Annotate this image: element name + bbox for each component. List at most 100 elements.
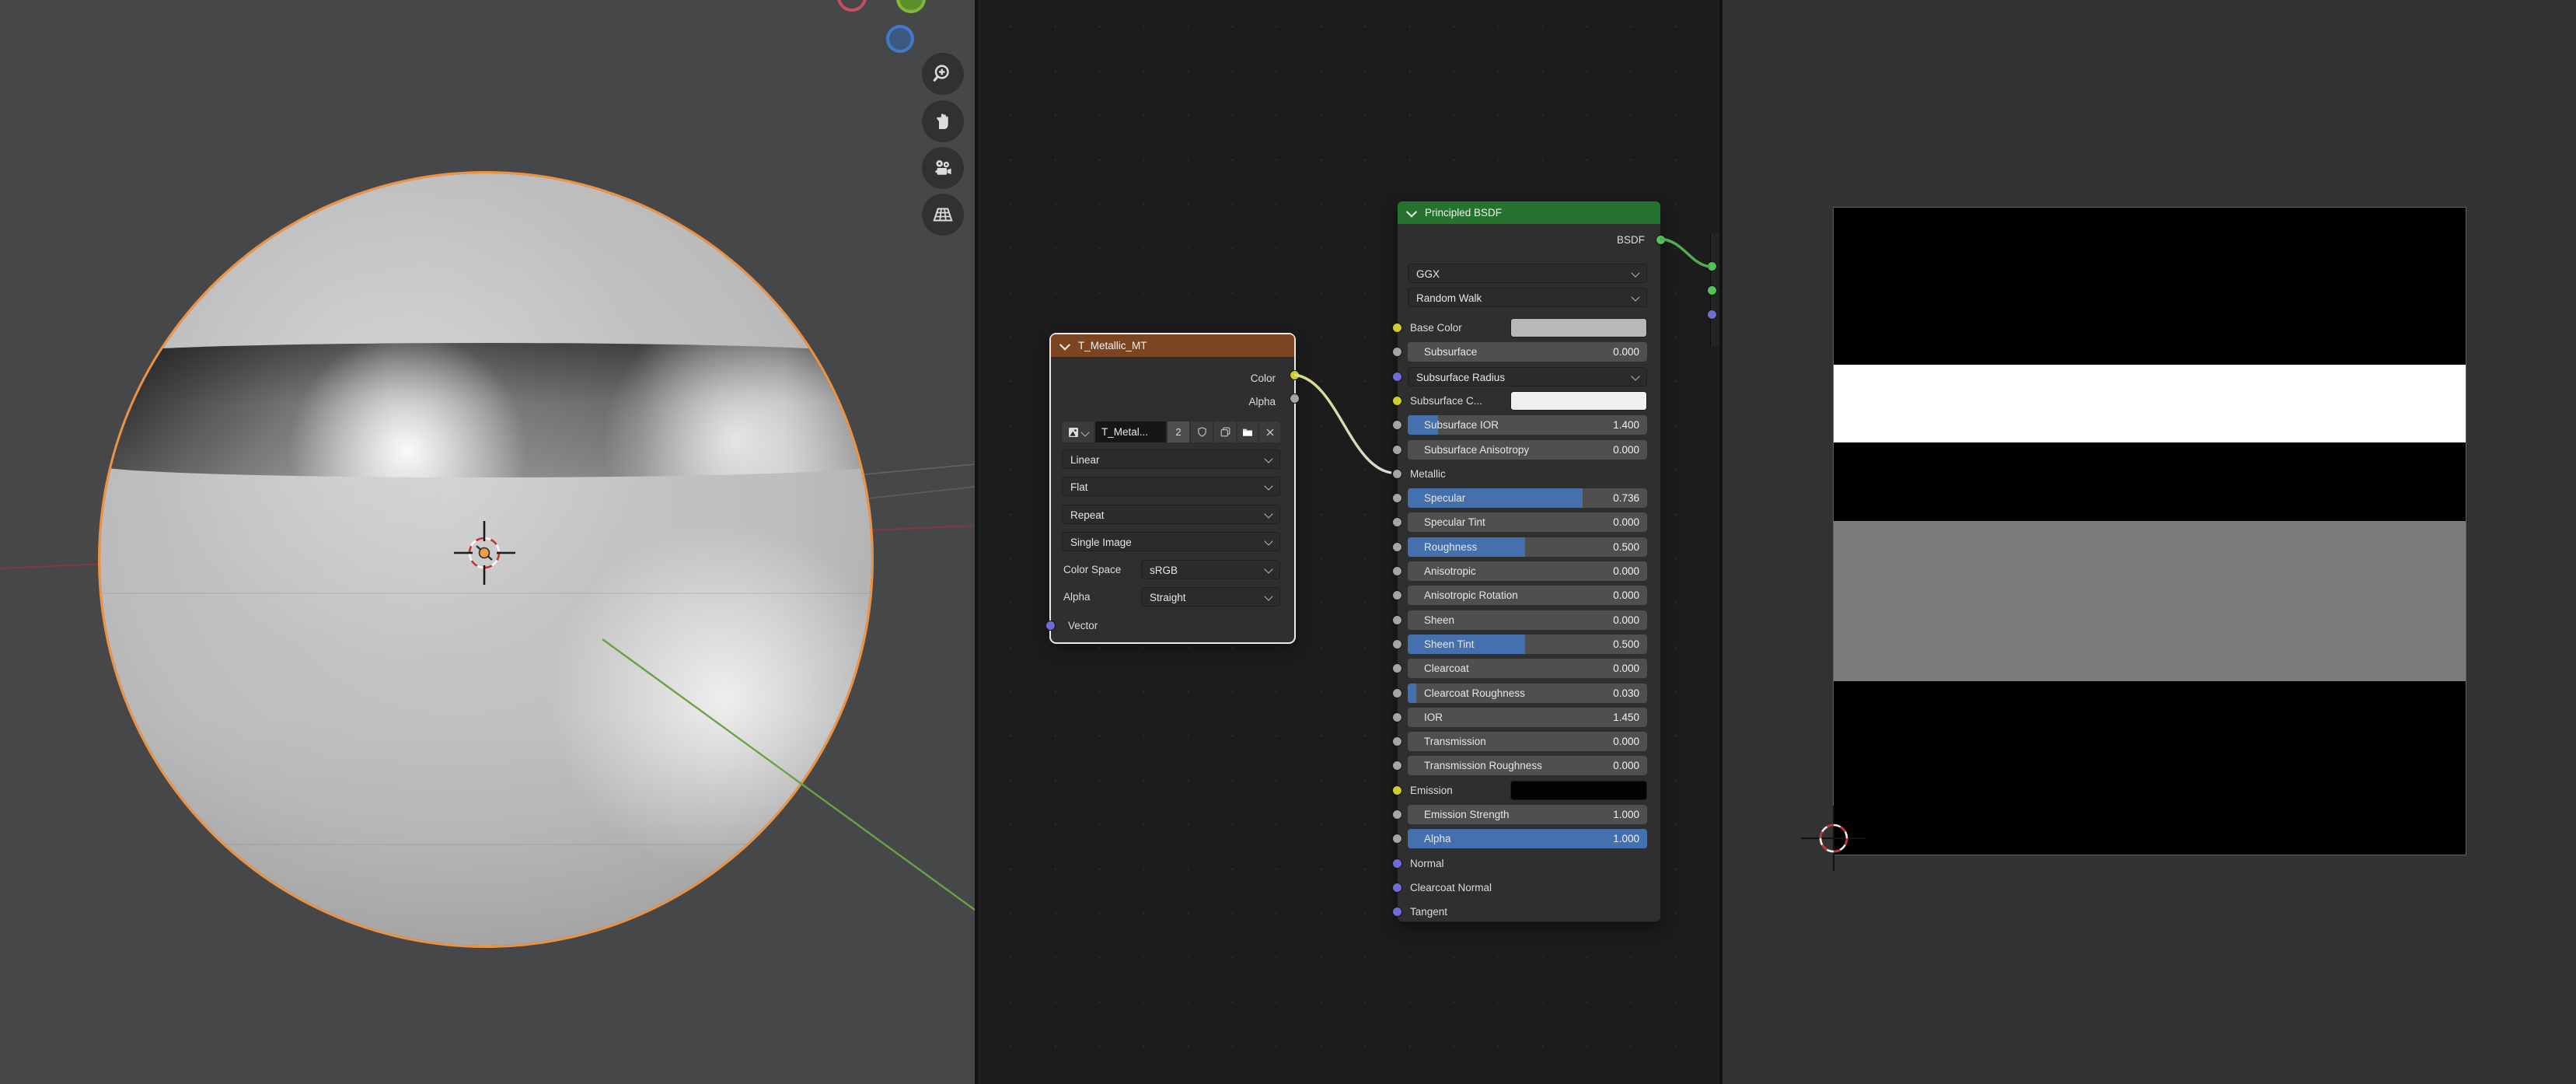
sheen-tint-input-socket[interactable]	[1392, 639, 1402, 649]
source-dropdown[interactable]: Single Image	[1062, 532, 1280, 551]
roughness-slider[interactable]: Roughness0.500	[1408, 537, 1647, 557]
vector-input-row: Vector	[1051, 616, 1294, 635]
unlink-image-button[interactable]	[1259, 421, 1280, 442]
chevron-down-icon	[1264, 509, 1272, 518]
ior-input-socket[interactable]	[1392, 712, 1402, 722]
clearcoat-roughness-slider[interactable]: Clearcoat Roughness0.030	[1408, 684, 1647, 703]
roughness-input-socket[interactable]	[1392, 542, 1402, 552]
anisotropic-input-socket[interactable]	[1392, 566, 1402, 576]
anisotropic-slider[interactable]: Anisotropic0.000	[1408, 561, 1647, 581]
alpha-input-socket[interactable]	[1392, 834, 1402, 844]
shader-node-editor[interactable]: T_Metallic_MT Color Alpha T_Metal... 2	[978, 0, 1719, 1084]
sheen-input-socket[interactable]	[1392, 615, 1402, 625]
bsdf-node-header[interactable]: Principled BSDF	[1398, 201, 1660, 224]
chevron-down-icon	[1264, 592, 1272, 600]
subsurface-input-socket[interactable]	[1392, 347, 1402, 357]
fake-user-button[interactable]	[1191, 421, 1213, 442]
base-color-input-socket[interactable]	[1392, 323, 1402, 333]
surface-input-socket[interactable]	[1707, 261, 1717, 271]
interpolation-dropdown[interactable]: Linear	[1062, 449, 1280, 469]
subsurface-c-input-socket[interactable]	[1392, 396, 1402, 406]
subsurface-ior-slider[interactable]: Subsurface IOR1.400	[1408, 415, 1647, 435]
transmission-input-socket[interactable]	[1392, 736, 1402, 747]
image-node-header[interactable]: T_Metallic_MT	[1051, 334, 1294, 357]
metallic-input-socket[interactable]	[1392, 469, 1402, 479]
wire-color-to-metallic	[1294, 375, 1391, 473]
vector-input-socket[interactable]	[1045, 621, 1056, 631]
image-editor[interactable]	[1723, 0, 2576, 1084]
clearcoat-slider[interactable]: Clearcoat0.000	[1408, 659, 1647, 678]
collapse-chevron-icon[interactable]	[1406, 206, 1417, 217]
transmission-roughness-slider[interactable]: Transmission Roughness0.000	[1408, 756, 1647, 775]
specular-tint-slider[interactable]: Specular Tint0.000	[1408, 512, 1647, 532]
collapse-chevron-icon[interactable]	[1059, 339, 1070, 350]
sheen-slider[interactable]: Sheen0.000	[1408, 610, 1647, 630]
principled-bsdf-node[interactable]: Principled BSDF BSDF GGXRandom WalkBase …	[1397, 201, 1661, 922]
subsurface-radius-input-socket[interactable]	[1392, 372, 1402, 382]
alpha-output-socket[interactable]	[1290, 393, 1300, 404]
viewport-camera-button[interactable]	[922, 147, 964, 189]
subsurface-c-color-swatch[interactable]	[1510, 391, 1647, 411]
bsdf-row-transmission: Transmission0.000	[1398, 732, 1660, 751]
image-icon	[1067, 426, 1080, 439]
sheen-tint-slider[interactable]: Sheen Tint0.500	[1408, 635, 1647, 654]
image-texture-node[interactable]: T_Metallic_MT Color Alpha T_Metal... 2	[1051, 334, 1294, 642]
color-output-socket[interactable]	[1290, 370, 1300, 380]
material-output-node-clipped[interactable]	[1710, 233, 1719, 347]
transmission-slider[interactable]: Transmission0.000	[1408, 732, 1647, 751]
color-space-dropdown[interactable]: sRGB	[1141, 560, 1280, 579]
image-users-count-button[interactable]: 2	[1168, 421, 1189, 442]
gizmo-axis-y-ball[interactable]	[896, 0, 926, 13]
gizmo-axis-z-ball[interactable]	[886, 25, 914, 53]
3d-viewport[interactable]	[0, 0, 975, 1084]
clearcoat-roughness-input-socket[interactable]	[1392, 688, 1402, 698]
viewport-pan-button[interactable]	[922, 100, 964, 142]
projection-dropdown[interactable]: Flat	[1062, 477, 1280, 496]
emission-color-swatch[interactable]	[1510, 781, 1647, 800]
anisotropic-rotation-slider[interactable]: Anisotropic Rotation0.000	[1408, 586, 1647, 605]
viewport-perspective-button[interactable]	[922, 194, 964, 236]
emission-strength-slider[interactable]: Emission Strength1.000	[1408, 805, 1647, 824]
subsurface-radius-dropdown[interactable]: Subsurface Radius	[1408, 367, 1647, 386]
displacement-input-socket[interactable]	[1707, 309, 1717, 320]
alpha-mode-dropdown[interactable]: Straight	[1141, 587, 1280, 607]
ior-slider[interactable]: IOR1.450	[1408, 708, 1647, 727]
subsurface-ior-input-socket[interactable]	[1392, 420, 1402, 430]
ggx-dropdown[interactable]: GGX	[1408, 264, 1647, 283]
gizmo-axis-x-ball[interactable]	[837, 0, 867, 12]
normal-input-socket[interactable]	[1392, 858, 1402, 869]
editor-divider[interactable]	[975, 0, 978, 1084]
extension-dropdown[interactable]: Repeat	[1062, 505, 1280, 524]
bsdf-row-alpha: Alpha1.000	[1398, 829, 1660, 848]
base-color-color-swatch[interactable]	[1510, 318, 1647, 337]
subsurface-anisotropy-input-socket[interactable]	[1392, 445, 1402, 455]
subsurface-anisotropy-slider[interactable]: Subsurface Anisotropy0.000	[1408, 440, 1647, 460]
bsdf-row-anisotropic: Anisotropic0.000	[1398, 561, 1660, 581]
random-walk-dropdown[interactable]: Random Walk	[1408, 288, 1647, 307]
tangent-input-socket[interactable]	[1392, 907, 1402, 917]
specular-input-socket[interactable]	[1392, 493, 1402, 503]
browse-image-button[interactable]	[1062, 421, 1094, 442]
image-name-field[interactable]: T_Metal...	[1095, 421, 1166, 442]
alpha-output-label: Alpha	[1248, 392, 1276, 411]
bsdf-row-emission: Emission	[1398, 781, 1660, 800]
bsdf-output-socket[interactable]	[1656, 235, 1666, 245]
subsurface-slider[interactable]: Subsurface0.000	[1408, 342, 1647, 362]
new-image-button[interactable]	[1214, 421, 1236, 442]
alpha-slider[interactable]: Alpha1.000	[1408, 829, 1647, 848]
volume-input-socket[interactable]	[1707, 285, 1717, 295]
editor-divider[interactable]	[1719, 0, 1723, 1084]
clearcoat-normal-input-socket[interactable]	[1392, 883, 1402, 893]
anisotropic-rotation-input-socket[interactable]	[1392, 590, 1402, 600]
emission-strength-input-socket[interactable]	[1392, 810, 1402, 820]
bsdf-row-subsurface-c: Subsurface C...	[1398, 391, 1660, 411]
bsdf-row-emission-strength: Emission Strength1.000	[1398, 805, 1660, 824]
viewport-zoom-button[interactable]	[922, 53, 964, 95]
specular-tint-input-socket[interactable]	[1392, 517, 1402, 527]
transmission-roughness-input-socket[interactable]	[1392, 761, 1402, 771]
clearcoat-input-socket[interactable]	[1392, 663, 1402, 673]
open-image-button[interactable]	[1237, 421, 1258, 442]
bsdf-row-transmission-roughness: Transmission Roughness0.000	[1398, 756, 1660, 775]
specular-slider[interactable]: Specular0.736	[1408, 488, 1647, 508]
emission-input-socket[interactable]	[1392, 785, 1402, 796]
